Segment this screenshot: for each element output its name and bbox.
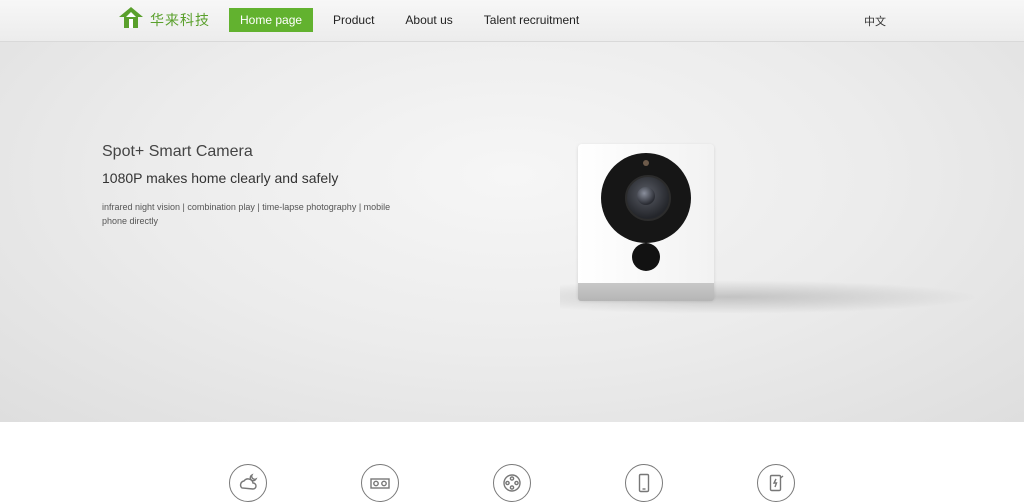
hero-subtitle: 1080P makes home clearly and safely xyxy=(102,170,339,186)
hero-banner: Spot+ Smart Camera 1080P makes home clea… xyxy=(0,42,1024,422)
nav-about-us[interactable]: About us xyxy=(394,8,463,32)
top-navigation-bar: 华来科技 Home page Product About us Talent r… xyxy=(0,0,1024,42)
camera-button xyxy=(632,243,660,271)
logo-text: 华来科技 xyxy=(150,12,210,28)
nav-home[interactable]: Home page xyxy=(229,8,314,32)
camera-led xyxy=(643,160,649,166)
nav-product[interactable]: Product xyxy=(322,8,385,32)
cloud-moon-icon[interactable] xyxy=(229,464,267,502)
logo-icon xyxy=(118,6,144,35)
language-switch[interactable]: 中文 xyxy=(864,13,886,29)
phone-icon[interactable] xyxy=(625,464,663,502)
phone-lightning-icon[interactable] xyxy=(757,464,795,502)
film-reel-icon[interactable] xyxy=(493,464,531,502)
company-logo[interactable]: 华来科技 xyxy=(118,6,210,35)
camera-lens-center xyxy=(637,187,655,205)
hero-title: Spot+ Smart Camera xyxy=(102,143,253,160)
nav-talent-recruitment[interactable]: Talent recruitment xyxy=(473,8,590,32)
stereo-icon[interactable] xyxy=(361,464,399,502)
hero-description: infrared night vision | combination play… xyxy=(102,202,391,226)
main-nav: Home page Product About us Talent recrui… xyxy=(229,8,599,32)
feature-icons-row xyxy=(0,422,1024,502)
camera-base xyxy=(578,283,714,301)
